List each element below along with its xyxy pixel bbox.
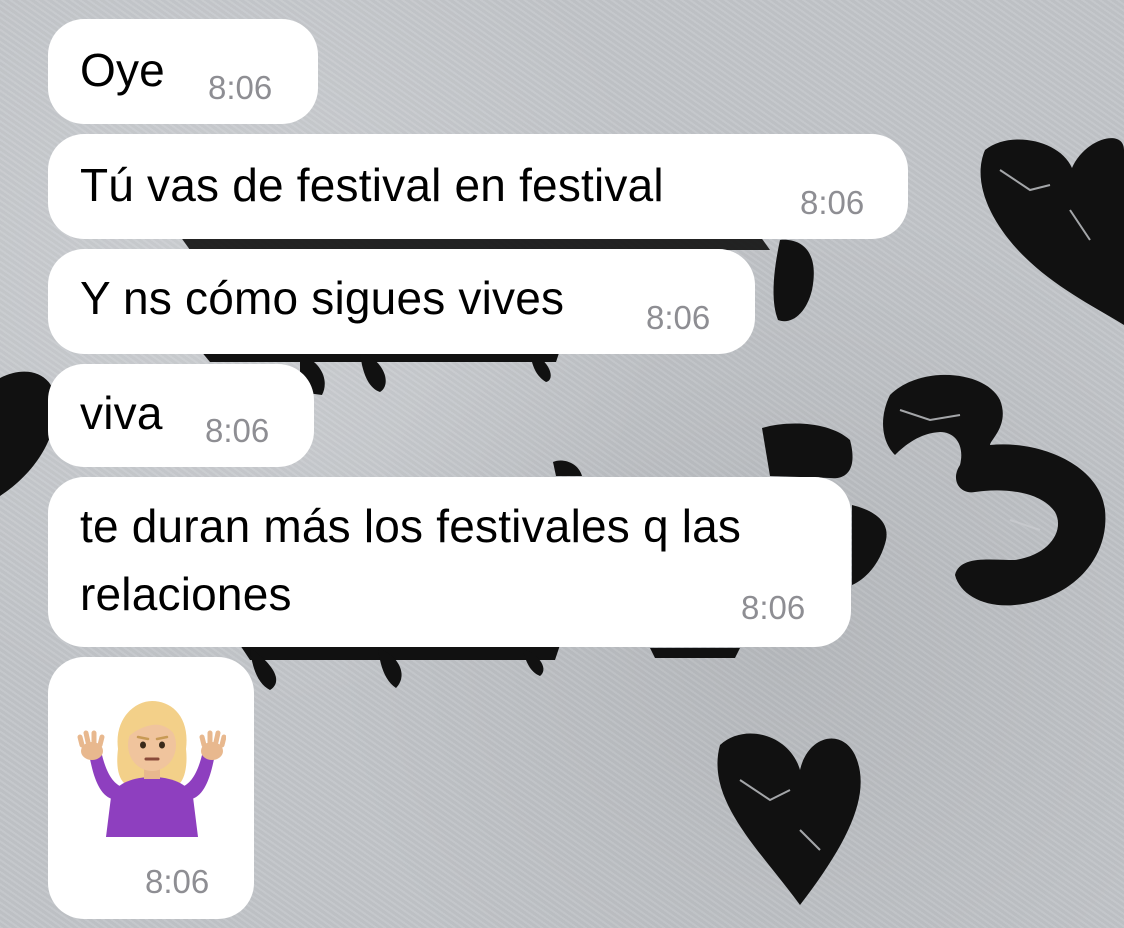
message-text-line-1: te duran más los festivales q las: [80, 500, 742, 552]
message-text: viva: [80, 387, 163, 439]
message-text: Oye: [80, 44, 165, 96]
message-timestamp: 8:06: [145, 863, 210, 900]
emoji-message-bubble[interactable]: 8:06: [48, 657, 254, 919]
message-bubble[interactable]: Tú vas de festival en festival 8:06: [48, 134, 908, 239]
message-text-line-2: relaciones: [80, 568, 292, 620]
message-timestamp: 8:06: [208, 69, 273, 106]
message-timestamp: 8:06: [205, 412, 270, 449]
message-bubble[interactable]: Oye 8:06: [48, 19, 318, 124]
message-text: Tú vas de festival en festival: [80, 159, 664, 211]
message-bubble[interactable]: Y ns cómo sigues vives 8:06: [48, 249, 755, 354]
message-bubble[interactable]: viva 8:06: [48, 364, 314, 467]
message-bubble[interactable]: te duran más los festivales q las relaci…: [48, 477, 851, 647]
message-timestamp: 8:06: [646, 299, 711, 336]
message-timestamp: 8:06: [800, 184, 865, 221]
message-timestamp: 8:06: [741, 589, 806, 626]
message-text: Y ns cómo sigues vives: [80, 272, 565, 324]
woman-shrugging-emoji-icon: [76, 687, 227, 837]
chat-thread: Oye 8:06 Tú vas de festival en festival …: [0, 0, 1124, 928]
